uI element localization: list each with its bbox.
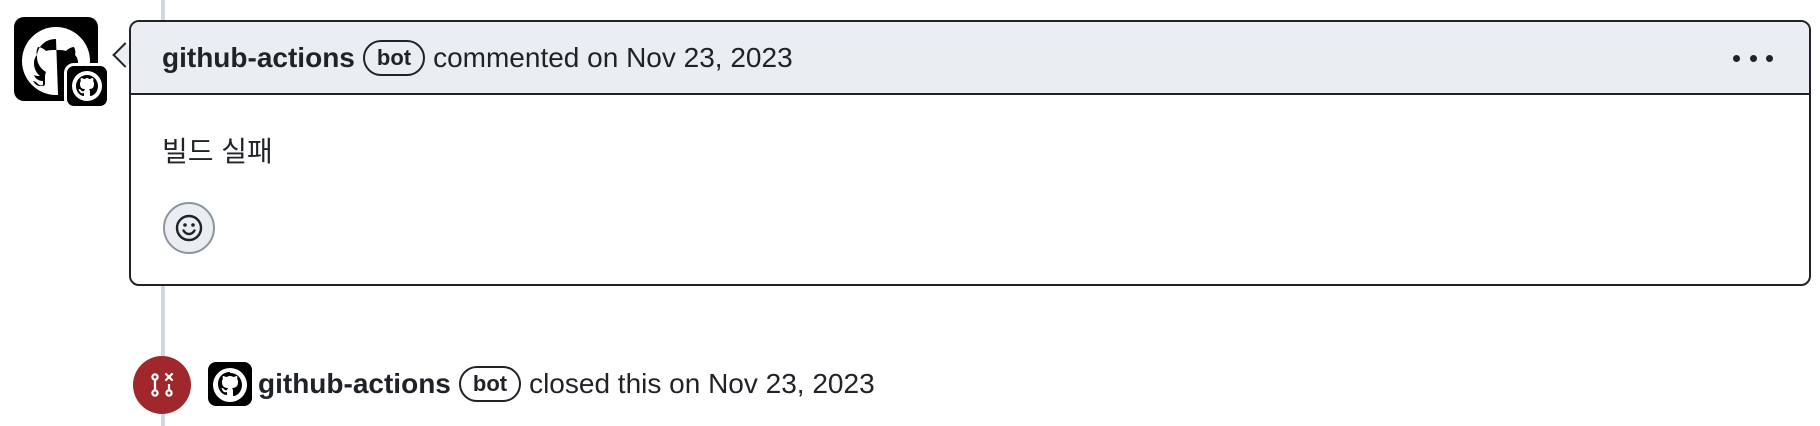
kebab-horizontal-icon[interactable] <box>1733 48 1773 68</box>
comment-body: 빌드 실패 <box>162 136 273 167</box>
event-author-avatar[interactable] <box>208 362 252 406</box>
comment-header: github-actions bot commented on Nov 23, … <box>131 22 1809 95</box>
event-author-link[interactable]: github-actions <box>258 368 451 400</box>
comment-card: github-actions bot commented on Nov 23, … <box>129 20 1811 286</box>
bot-badge: bot <box>458 366 522 402</box>
timeline: github-actions bot commented on Nov 23, … <box>0 0 1820 426</box>
closed-event: github-actions bot closed this on Nov 23… <box>208 361 875 407</box>
git-pull-request-closed-icon <box>133 356 191 414</box>
bot-avatar-badge <box>64 63 110 109</box>
github-octocat-icon <box>213 368 247 402</box>
smiley-icon <box>175 214 203 242</box>
github-mark-icon <box>72 71 102 101</box>
add-reaction-button[interactable] <box>163 202 215 254</box>
event-text: closed this on Nov 23, 2023 <box>529 368 875 399</box>
comment-author-link[interactable]: github-actions <box>162 42 355 74</box>
comment-timestamp[interactable]: commented on Nov 23, 2023 <box>433 42 793 74</box>
bot-badge: bot <box>362 39 426 76</box>
